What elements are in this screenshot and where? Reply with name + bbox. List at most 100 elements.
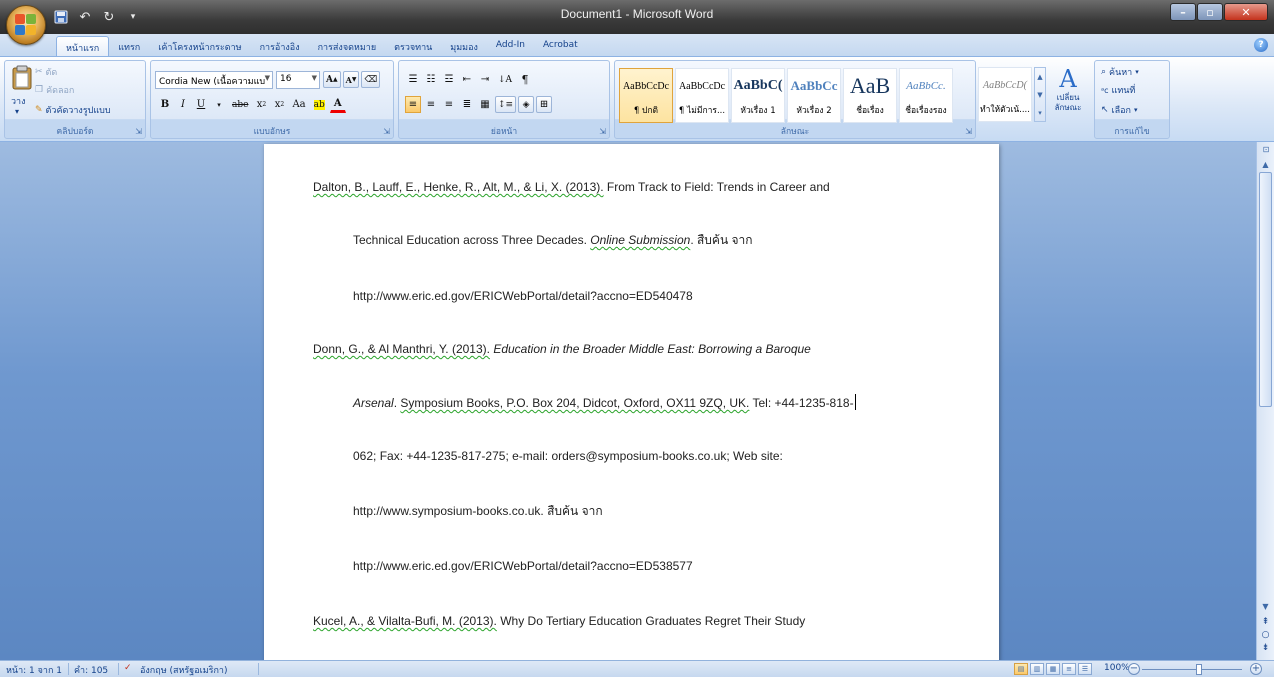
- style-tile-subtitle[interactable]: AaBbCc. ชื่อเรื่องรอง: [899, 68, 953, 123]
- scroll-up-icon[interactable]: ▲: [1259, 158, 1272, 171]
- tab-page-layout[interactable]: เค้าโครงหน้ากระดาษ: [149, 36, 250, 56]
- draft-icon[interactable]: ☰: [1078, 663, 1092, 675]
- line-spacing-icon[interactable]: ↕≡: [495, 96, 517, 113]
- close-button[interactable]: ✕: [1224, 3, 1268, 21]
- bold-icon[interactable]: B: [157, 96, 173, 113]
- superscript-icon[interactable]: x2: [271, 96, 287, 113]
- paste-button[interactable]: วาง: [11, 94, 26, 108]
- zoom-slider-thumb[interactable]: [1196, 664, 1202, 675]
- tab-references[interactable]: การอ้างอิง: [251, 36, 309, 56]
- tab-acrobat[interactable]: Acrobat: [534, 36, 587, 56]
- reference-line-7: http://www.symposium-books.co.uk. สืบค้น…: [353, 502, 603, 521]
- change-case-icon[interactable]: Aa: [289, 96, 308, 113]
- copy-button[interactable]: ❐ คัดลอก: [35, 83, 74, 97]
- italic-icon[interactable]: I: [175, 96, 191, 113]
- styles-gallery-scroll[interactable]: ▲ ▼ ▾: [1034, 67, 1046, 122]
- strikethrough-icon[interactable]: abe: [229, 96, 251, 113]
- font-launcher-icon[interactable]: ⇲: [383, 127, 390, 136]
- decrease-indent-icon[interactable]: ⇤: [459, 71, 475, 88]
- styles-launcher-icon[interactable]: ⇲: [965, 127, 972, 136]
- select-browse-object-icon[interactable]: ○: [1259, 629, 1272, 641]
- zoom-slider[interactable]: [1142, 669, 1242, 670]
- outline-icon[interactable]: ≡: [1062, 663, 1076, 675]
- replace-button[interactable]: ᵃc แทนที่: [1101, 83, 1135, 97]
- paste-dropdown-icon[interactable]: ▾: [15, 107, 19, 116]
- zoom-level[interactable]: 100%: [1104, 663, 1130, 673]
- title-bar: ↶ ↻ ▾ Document1 - Microsoft Word – ▫ ✕: [0, 0, 1274, 34]
- clear-formatting-icon[interactable]: ⌫: [361, 71, 381, 88]
- cut-button[interactable]: ✂ ตัด: [35, 65, 57, 79]
- office-button[interactable]: [6, 5, 46, 45]
- distributed-icon[interactable]: ▦: [477, 96, 493, 113]
- style-tile-heading-1[interactable]: AaBbC( หัวเรื่อง 1: [731, 68, 785, 123]
- multilevel-list-icon[interactable]: ☲: [441, 71, 457, 88]
- previous-page-icon[interactable]: ⇞: [1259, 616, 1272, 628]
- tab-view[interactable]: มุมมอง: [441, 36, 487, 56]
- full-screen-reading-icon[interactable]: ▥: [1030, 663, 1044, 675]
- style-tile-heading-2[interactable]: AaBbCc หัวเรื่อง 2: [787, 68, 841, 123]
- style-tile-normal[interactable]: AaBbCcDc ¶ ปกติ: [619, 68, 673, 123]
- view-ruler-icon[interactable]: ⊡: [1260, 145, 1272, 155]
- replace-label: แทนที่: [1111, 86, 1136, 96]
- editing-group: ⌕ ค้นหา ▾ ᵃc แทนที่ ↖ เลือก ▾ การแก้ไข: [1094, 60, 1170, 139]
- view-buttons: ▤ ▥ ▦ ≡ ☰: [1014, 663, 1092, 675]
- proofing-icon[interactable]: ✓: [124, 663, 132, 673]
- reference-line-4: Donn, G., & Al Manthri, Y. (2013). Educa…: [313, 342, 811, 356]
- ref-text: http://www.eric.ed.gov/ERICWebPortal/det…: [353, 559, 693, 573]
- style-tile-subtle-emphasis[interactable]: AaBbCcD( ทำให้ตัวเน้....: [978, 67, 1032, 122]
- language-indicator[interactable]: อังกฤษ (สหรัฐอเมริกา): [140, 663, 228, 677]
- sort-icon[interactable]: ↓A: [495, 71, 515, 88]
- word-count[interactable]: คำ: 105: [74, 663, 108, 677]
- scroll-thumb[interactable]: [1259, 172, 1272, 407]
- font-color-icon[interactable]: A: [329, 96, 346, 113]
- status-bar: หน้า: 1 จาก 1 คำ: 105 ✓ อังกฤษ (สหรัฐอเม…: [0, 660, 1274, 677]
- document-page[interactable]: Dalton, B., Lauff, E., Henke, R., Alt, M…: [264, 144, 999, 664]
- justify-icon[interactable]: ≣: [459, 96, 475, 113]
- change-styles-button[interactable]: A เปลี่ยน ลักษณะ: [1050, 65, 1086, 125]
- maximize-button[interactable]: ▫: [1197, 3, 1223, 21]
- subscript-icon[interactable]: x2: [253, 96, 269, 113]
- print-layout-icon[interactable]: ▤: [1014, 663, 1028, 675]
- zoom-out-icon[interactable]: −: [1128, 663, 1140, 675]
- minimize-button[interactable]: –: [1170, 3, 1196, 21]
- cut-label: ตัด: [45, 68, 58, 78]
- format-painter-button[interactable]: ✎ ตัวคัดวางรูปแบบ: [35, 103, 111, 117]
- align-right-icon[interactable]: ≡: [441, 96, 457, 113]
- tab-add-in[interactable]: Add-In: [487, 36, 534, 56]
- clipboard-launcher-icon[interactable]: ⇲: [135, 127, 142, 136]
- tab-insert[interactable]: แทรก: [109, 36, 149, 56]
- align-left-icon[interactable]: ≡: [405, 96, 421, 113]
- underline-icon[interactable]: U: [193, 96, 209, 113]
- font-size-combo[interactable]: 16 ▼: [276, 71, 320, 89]
- shrink-font-icon[interactable]: A ▼: [342, 71, 360, 88]
- highlight-icon[interactable]: ab: [311, 96, 328, 113]
- ref-text: Donn, G., & Al Manthri, Y. (2013).: [313, 342, 490, 356]
- tab-home[interactable]: หน้าแรก: [56, 36, 110, 56]
- borders-icon[interactable]: ⊞: [536, 96, 553, 113]
- shading-icon[interactable]: ◈: [518, 96, 535, 113]
- find-button[interactable]: ⌕ ค้นหา ▾: [1101, 65, 1139, 79]
- paste-icon[interactable]: [11, 65, 33, 94]
- page-count[interactable]: หน้า: 1 จาก 1: [6, 663, 62, 677]
- tab-review[interactable]: ตรวจทาน: [385, 36, 441, 56]
- show-marks-icon[interactable]: ¶: [517, 71, 533, 88]
- grow-font-icon[interactable]: A ▲: [323, 71, 341, 88]
- web-layout-icon[interactable]: ▦: [1046, 663, 1060, 675]
- scroll-down-icon[interactable]: ▼: [1259, 600, 1272, 613]
- zoom-in-icon[interactable]: +: [1250, 663, 1262, 675]
- style-tile-no-spacing[interactable]: AaBbCcDc ¶ ไม่มีการ...: [675, 68, 729, 123]
- style-tile-title[interactable]: AaB ชื่อเรื่อง: [843, 68, 897, 123]
- help-icon[interactable]: ?: [1254, 38, 1268, 52]
- tab-mailings[interactable]: การส่งจดหมาย: [309, 36, 386, 56]
- increase-indent-icon[interactable]: ⇥: [477, 71, 493, 88]
- next-page-icon[interactable]: ⇟: [1259, 642, 1272, 654]
- underline-dropdown-icon[interactable]: ▾: [211, 96, 227, 113]
- paragraph-launcher-icon[interactable]: ⇲: [599, 127, 606, 136]
- align-center-icon[interactable]: ≡: [423, 96, 439, 113]
- numbering-icon[interactable]: ☷: [423, 71, 439, 88]
- copy-label: คัดลอก: [46, 86, 75, 96]
- font-name-combo[interactable]: Cordia New (เนื้อความแบ ▼: [155, 71, 273, 89]
- select-button[interactable]: ↖ เลือก ▾: [1101, 103, 1138, 117]
- bullets-icon[interactable]: ☰: [405, 71, 421, 88]
- vertical-scrollbar[interactable]: ⊡ ▲ ▼ ⇞ ○ ⇟: [1256, 142, 1274, 660]
